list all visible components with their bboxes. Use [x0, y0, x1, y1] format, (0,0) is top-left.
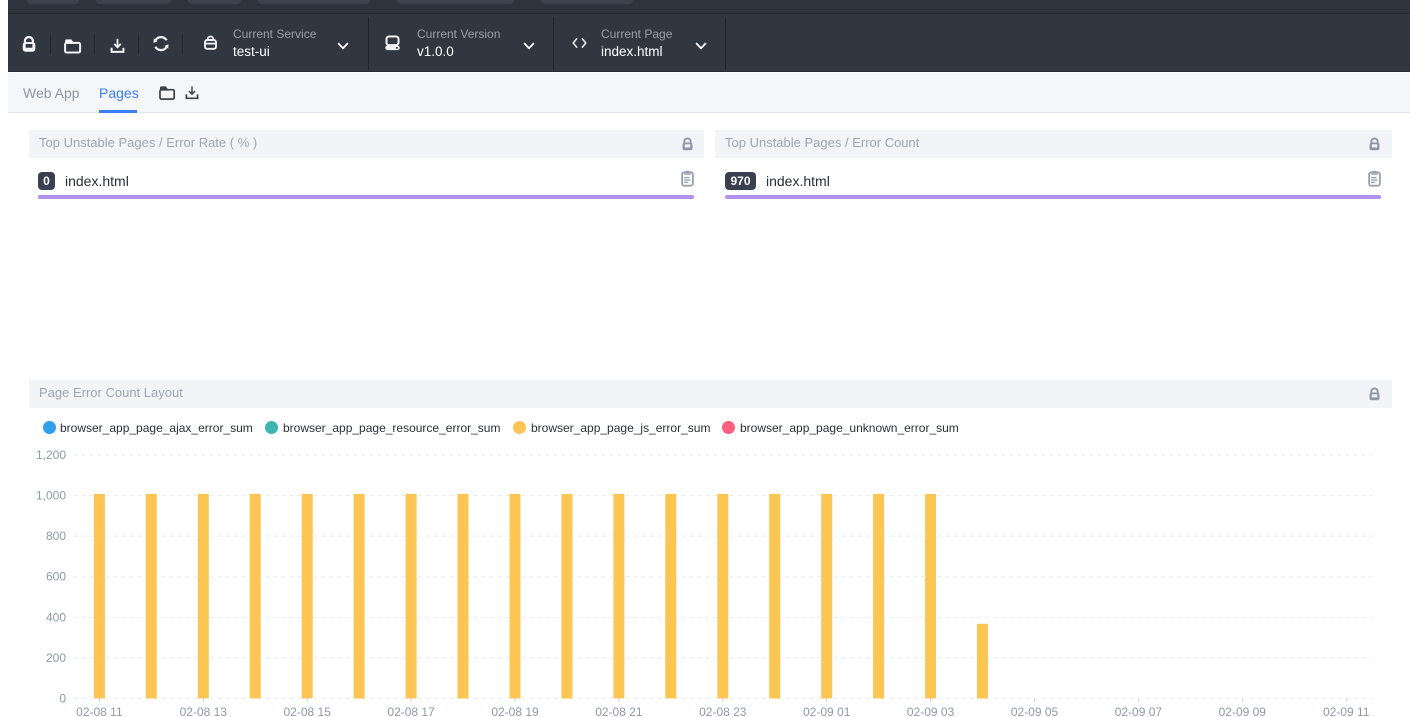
svg-text:400: 400 — [46, 610, 66, 624]
svg-text:800: 800 — [46, 529, 66, 543]
svg-text:600: 600 — [46, 570, 66, 584]
svg-text:02-09 09: 02-09 09 — [1219, 705, 1267, 717]
svg-text:02-09 07: 02-09 07 — [1115, 705, 1163, 717]
svg-text:02-09 11: 02-09 11 — [1323, 705, 1370, 717]
svg-text:02-08 19: 02-08 19 — [491, 705, 539, 717]
svg-text:1,200: 1,200 — [36, 448, 66, 462]
svg-text:1,000: 1,000 — [36, 489, 66, 503]
svg-text:02-08 13: 02-08 13 — [180, 705, 228, 717]
svg-text:0: 0 — [59, 691, 66, 705]
svg-text:02-08 11: 02-08 11 — [76, 705, 123, 717]
svg-text:02-09 03: 02-09 03 — [907, 705, 955, 717]
svg-text:02-08 17: 02-08 17 — [387, 705, 435, 717]
svg-text:02-08 21: 02-08 21 — [595, 705, 643, 717]
svg-text:200: 200 — [46, 651, 66, 665]
svg-text:02-09 05: 02-09 05 — [1011, 705, 1059, 717]
svg-text:02-08 23: 02-08 23 — [699, 705, 747, 717]
svg-text:02-08 15: 02-08 15 — [284, 705, 332, 717]
svg-text:02-09 01: 02-09 01 — [803, 705, 851, 717]
